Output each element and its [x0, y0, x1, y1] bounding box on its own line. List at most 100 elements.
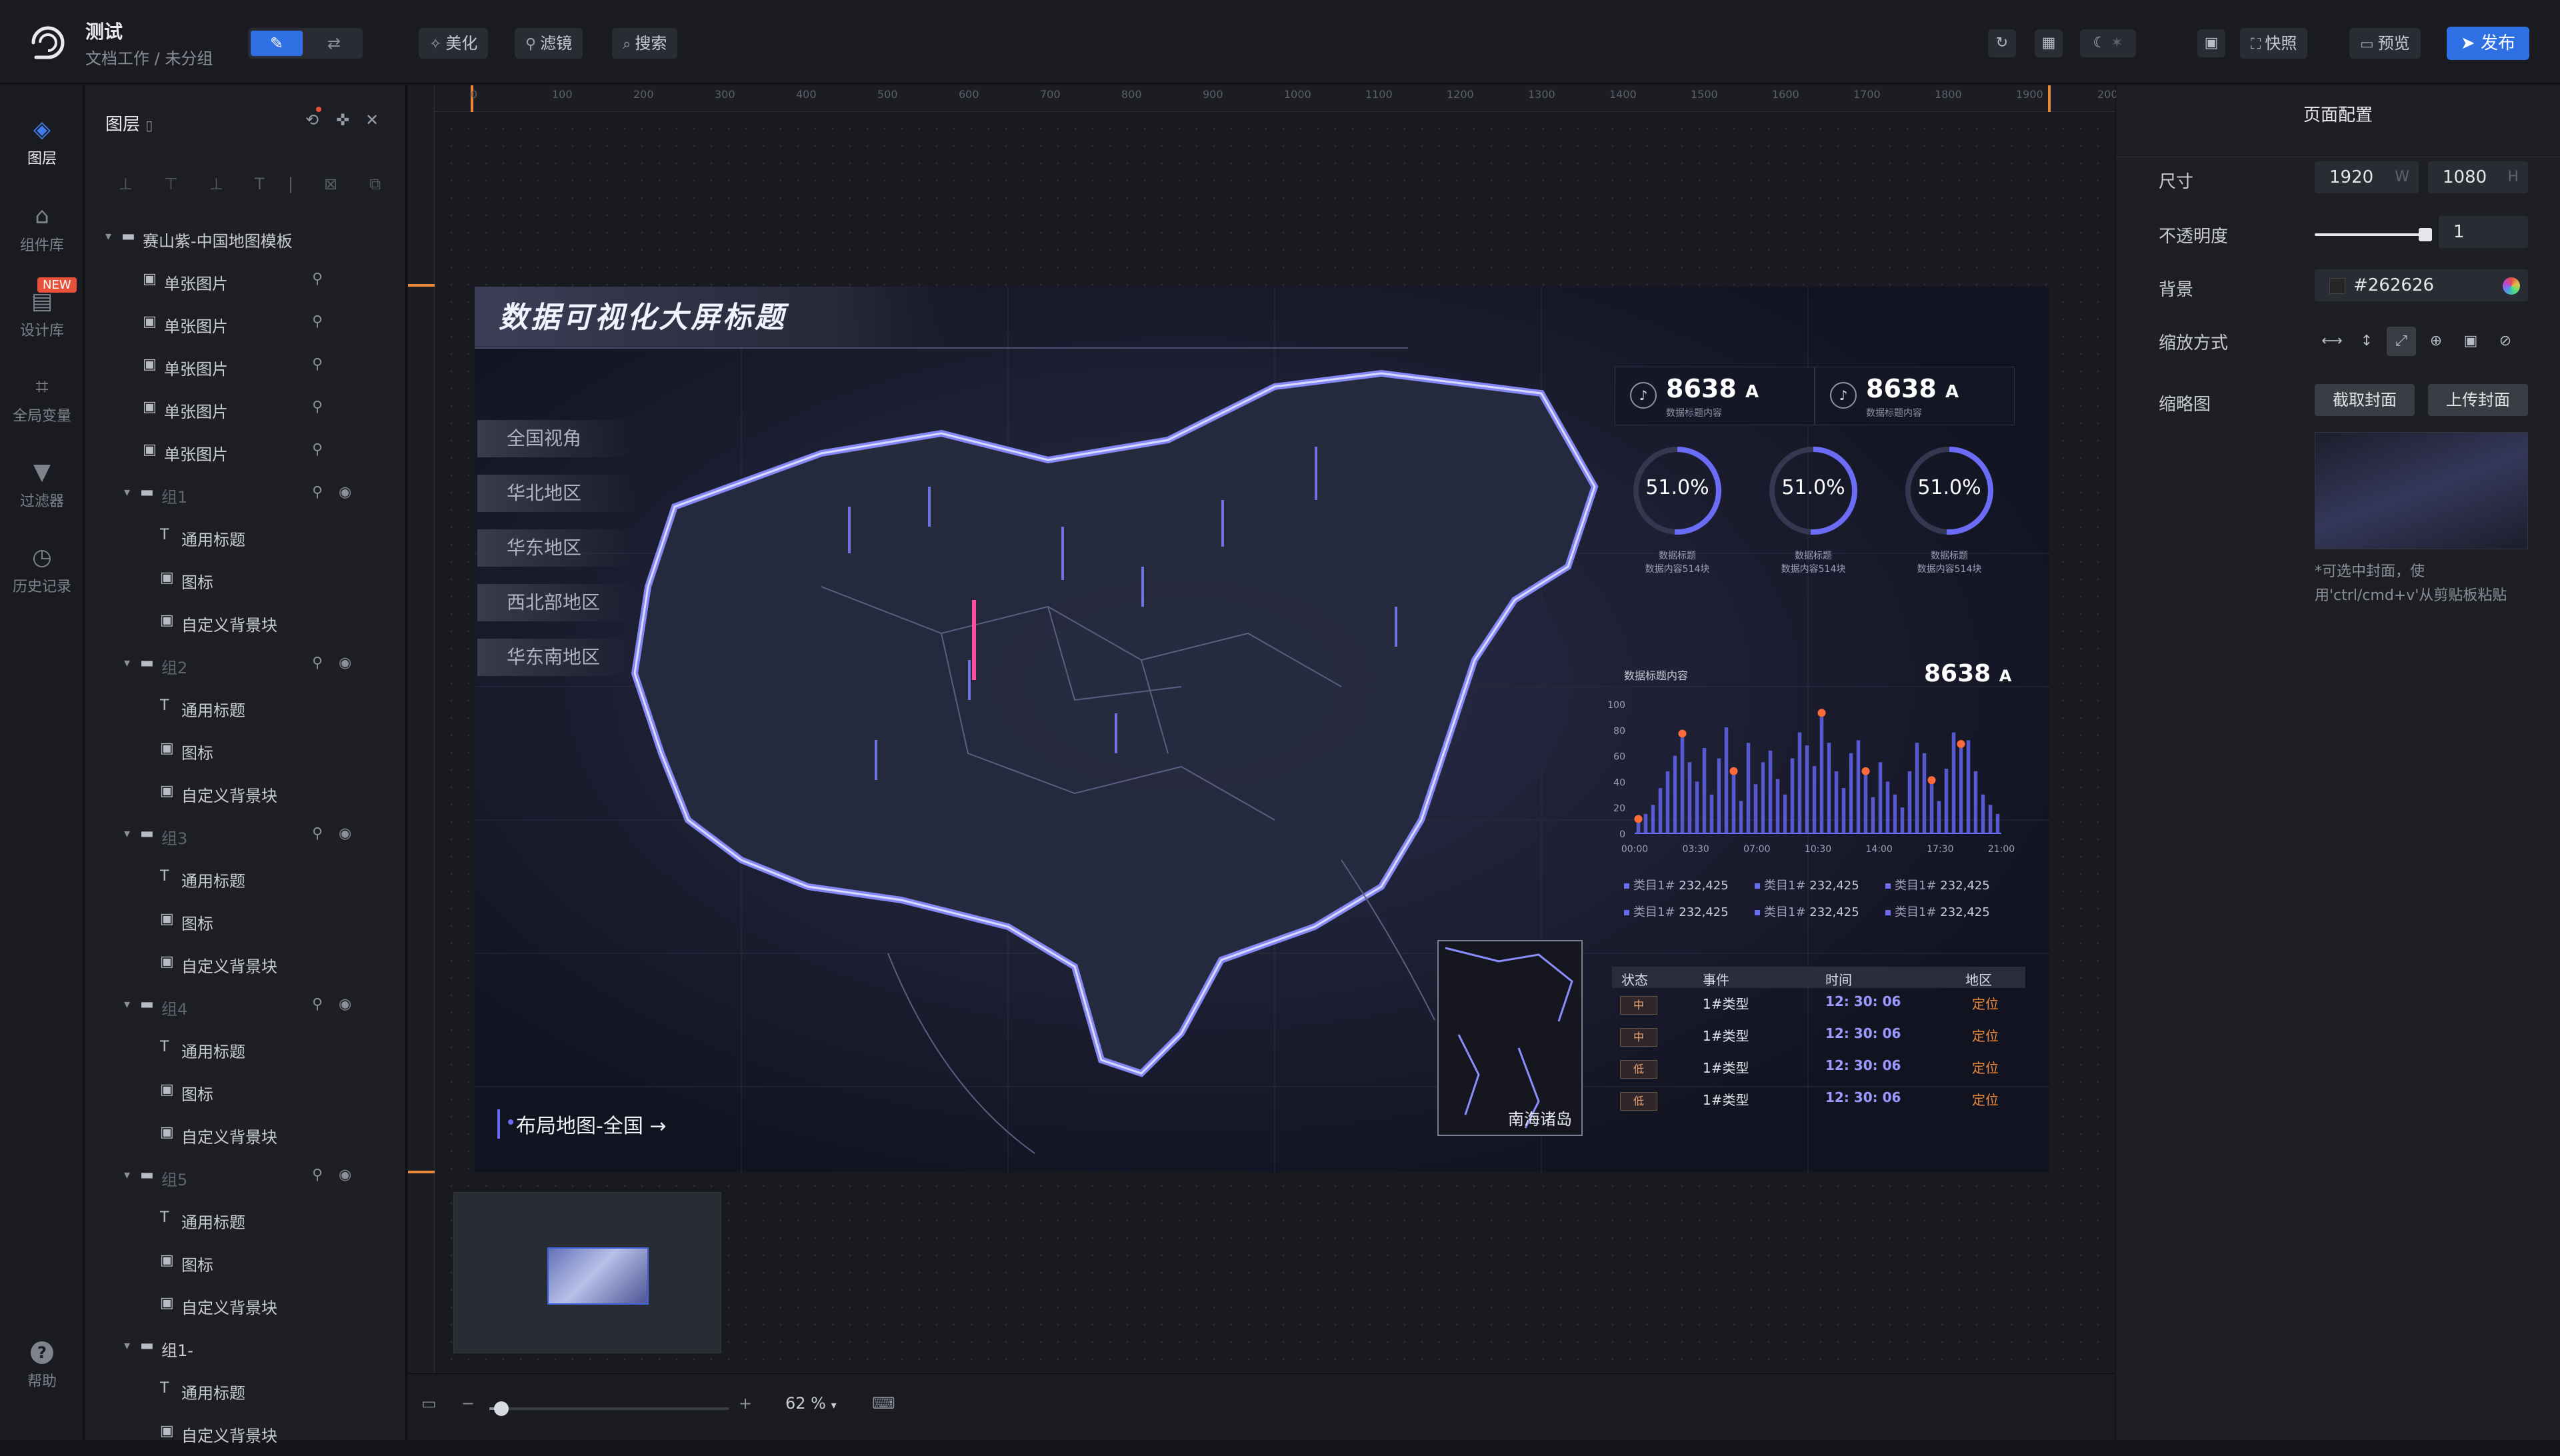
pin-icon[interactable]: ⚲ — [312, 313, 323, 330]
fit-screen-icon[interactable]: ▭ — [421, 1394, 437, 1413]
search-button[interactable]: ⌕ 搜索 — [612, 28, 678, 59]
region-tab-east[interactable]: 华东地区 — [477, 529, 637, 567]
layer-item[interactable]: ▣ 单张图片 ⚲ — [85, 389, 399, 432]
nav-help[interactable]: ? 帮助 — [0, 1341, 84, 1391]
layer-item[interactable]: T 通用标题 — [85, 517, 399, 560]
layer-item[interactable]: ▣ 单张图片 ⚲ — [85, 347, 399, 389]
align-middle-icon[interactable]: ⊥ — [209, 175, 223, 193]
pin-icon[interactable]: ⚲ — [312, 441, 323, 458]
align-bottom-icon[interactable]: ⊥ — [119, 175, 133, 193]
pin-icon[interactable]: ⚲ — [312, 356, 323, 373]
layer-item[interactable]: ▣ 图标 — [85, 901, 399, 944]
pin-icon[interactable]: ⚲ — [312, 1167, 323, 1183]
height-input[interactable]: 1080 H — [2428, 161, 2528, 193]
layer-item[interactable]: ▣ 图标 — [85, 1072, 399, 1115]
no-scale-icon[interactable]: ⊘ — [2491, 327, 2520, 356]
preview-mode-button[interactable]: ⇄ — [308, 31, 360, 56]
region-tab-north[interactable]: 华北地区 — [477, 475, 637, 512]
sync-icon[interactable]: ⟲ — [305, 107, 322, 129]
pin-icon[interactable]: ⚲ — [312, 655, 323, 671]
map-layout-link[interactable]: 布局地图-全国 → — [497, 1109, 667, 1139]
layer-item[interactable]: ▣ 单张图片 ⚲ — [85, 432, 399, 475]
zoom-slider[interactable] — [489, 1401, 729, 1416]
chevron-down-icon[interactable]: ▾ — [124, 827, 130, 841]
layer-group[interactable]: ▾ ▬ 组1- — [85, 1328, 399, 1371]
nav-variables[interactable]: ⌗ 全局变量 — [0, 373, 84, 425]
nav-design[interactable]: NEW ▤ 设计库 — [0, 277, 84, 340]
theme-toggle[interactable]: ☾ ✶ — [2080, 29, 2136, 57]
layer-item[interactable]: ▣ 自定义背景块 — [85, 603, 399, 645]
pin-icon[interactable]: ⚲ — [312, 271, 323, 287]
layer-item[interactable]: ▣ 单张图片 ⚲ — [85, 304, 399, 347]
dashboard-canvas[interactable]: 0 20 40 60 80 100 00:00 03:30 07:00 10:30 14:00 17:… — [475, 287, 2049, 1172]
pin-icon[interactable]: ⚲ — [312, 825, 323, 842]
layer-item[interactable]: ▣ 自定义背景块 — [85, 773, 399, 816]
nav-history[interactable]: ◷ 历史记录 — [0, 544, 84, 596]
zoom-out-icon[interactable]: − — [461, 1394, 475, 1413]
filter-button[interactable]: ⚲ 滤镜 — [515, 28, 583, 59]
layer-item[interactable]: ▣ 自定义背景块 — [85, 1115, 399, 1157]
layer-group[interactable]: ▾ ▬ 组3 ⚲ ◉ — [85, 816, 399, 859]
page-thumbnail[interactable] — [547, 1247, 649, 1305]
zoom-level[interactable]: 62 % ▾ — [785, 1394, 837, 1413]
zoom-slider-knob[interactable] — [494, 1401, 509, 1416]
chevron-down-icon[interactable]: ▾ — [124, 485, 130, 499]
app-logo-icon[interactable] — [27, 20, 69, 63]
nav-components[interactable]: ⌂ 组件库 — [0, 203, 84, 255]
visibility-icon[interactable]: ◉ — [339, 484, 351, 501]
nav-filters[interactable]: ▼ 过滤器 — [0, 459, 84, 511]
region-tab-southeast[interactable]: 华东南地区 — [477, 639, 637, 676]
fit-width-icon[interactable]: ⟷ — [2317, 327, 2347, 356]
pin-icon[interactable]: ⚲ — [312, 996, 323, 1013]
visibility-icon[interactable]: ◉ — [339, 655, 351, 671]
visibility-icon[interactable]: ◉ — [339, 1167, 351, 1183]
layer-group[interactable]: ▾ ▬ 组4 ⚲ ◉ — [85, 987, 399, 1029]
snapshot-button[interactable]: ⛶ 快照 — [2240, 28, 2308, 59]
layer-item[interactable]: T 通用标题 — [85, 1200, 399, 1243]
zoom-in-icon[interactable]: + — [739, 1394, 752, 1413]
pin-icon[interactable]: ⚲ — [312, 484, 323, 501]
vertical-ruler[interactable] — [408, 85, 435, 1373]
document-title[interactable]: 测试 — [85, 17, 123, 44]
chevron-down-icon[interactable]: ▾ — [124, 1339, 130, 1353]
upload-cover-button[interactable]: 上传封面 — [2428, 384, 2528, 416]
layer-item[interactable]: T 通用标题 — [85, 859, 399, 901]
opacity-slider-knob[interactable] — [2419, 228, 2432, 241]
chevron-down-icon[interactable]: ▾ — [105, 229, 111, 243]
chevron-down-icon[interactable]: ▾ — [124, 997, 130, 1011]
opacity-input[interactable]: 1 — [2439, 216, 2528, 248]
layer-group[interactable]: ▾ ▬ 赛山紫-中国地图模板 — [85, 219, 399, 261]
cover-thumbnail[interactable] — [2315, 432, 2528, 549]
layer-group[interactable]: ▾ ▬ 组2 ⚲ ◉ — [85, 645, 399, 688]
close-icon[interactable]: ✕ — [365, 111, 379, 129]
align-top-icon[interactable]: ⊤ — [164, 175, 178, 193]
color-picker-icon[interactable] — [2503, 277, 2520, 295]
nav-layers[interactable]: ◈ 图层 — [0, 116, 84, 168]
copy-icon[interactable]: ⧉ — [369, 175, 381, 193]
preview-button[interactable]: ▭ 预览 — [2349, 28, 2421, 59]
fit-height-icon[interactable]: ↕ — [2352, 327, 2381, 356]
opacity-slider[interactable] — [2315, 228, 2432, 241]
layer-item[interactable]: ▣ 自定义背景块 — [85, 944, 399, 987]
layer-group[interactable]: ▾ ▬ 组1 ⚲ ◉ — [85, 475, 399, 517]
keyboard-icon[interactable]: ⌨ — [872, 1394, 895, 1413]
device-icon[interactable]: ▣ — [2197, 29, 2225, 57]
layer-item[interactable]: ▣ 自定义背景块 — [85, 1413, 399, 1456]
visibility-icon[interactable]: ◉ — [339, 996, 351, 1013]
pin-panel-icon[interactable]: ✜ — [336, 111, 349, 129]
layer-item[interactable]: ▣ 图标 — [85, 1243, 399, 1285]
layer-item[interactable]: ▣ 自定义背景块 — [85, 1285, 399, 1328]
layer-item[interactable]: ▣ 单张图片 ⚲ — [85, 261, 399, 304]
align-text-icon[interactable]: T — [255, 175, 265, 193]
document-path[interactable]: 文档工作 / 未分组 — [85, 45, 213, 69]
edit-mode-button[interactable]: ✎ — [251, 31, 303, 56]
fit-center-icon[interactable]: ⊕ — [2421, 327, 2451, 356]
visibility-icon[interactable]: ◉ — [339, 825, 351, 842]
refresh-icon[interactable]: ↻ — [1988, 29, 2016, 57]
fit-full-icon[interactable]: ▣ — [2456, 327, 2485, 356]
pin-icon[interactable]: ⚲ — [312, 399, 323, 415]
beautify-button[interactable]: ✧ 美化 — [419, 28, 489, 59]
layer-item[interactable]: T 通用标题 — [85, 688, 399, 731]
width-input[interactable]: 1920 W — [2315, 161, 2419, 193]
capture-cover-button[interactable]: 截取封面 — [2315, 384, 2415, 416]
